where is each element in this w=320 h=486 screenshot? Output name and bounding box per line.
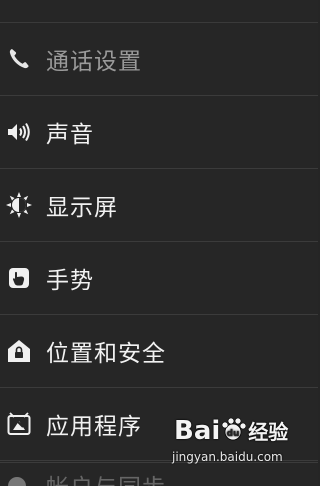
watermark-brand-prefix: Bai — [174, 416, 221, 446]
settings-item-sound[interactable]: 声音 — [0, 96, 318, 169]
settings-item-label: 声音 — [46, 122, 94, 148]
settings-item-call-settings[interactable]: 通话设置 — [0, 23, 318, 96]
watermark-url: jingyan.baidu.com — [172, 450, 283, 464]
watermark-brand-cn: 经验 — [248, 420, 289, 444]
lock-house-icon — [6, 338, 32, 364]
settings-item-label: 显示屏 — [46, 195, 118, 221]
account-icon — [8, 477, 26, 486]
phone-icon — [6, 46, 32, 72]
settings-list: 通话设置 声音 显示屏 手势 位置和安全 应用程序 — [0, 23, 318, 461]
baidu-watermark: Bai du 经验 jingyan.baidu.com — [170, 410, 316, 466]
settings-item-location-security[interactable]: 位置和安全 — [0, 315, 318, 388]
gesture-icon — [6, 265, 32, 291]
settings-item-label: 位置和安全 — [46, 341, 166, 367]
watermark-logo: Bai du 经验 — [174, 416, 288, 446]
settings-screen: 通话设置 声音 显示屏 手势 位置和安全 应用程序 Bai du 经验 jing… — [0, 0, 318, 486]
svg-text:du: du — [227, 429, 240, 439]
settings-item-label: 手势 — [46, 268, 94, 294]
app-icon — [6, 411, 32, 437]
brightness-icon — [6, 192, 32, 218]
settings-item-gesture[interactable]: 手势 — [0, 242, 318, 315]
settings-item-label: 通话设置 — [46, 49, 142, 75]
settings-item-display[interactable]: 显示屏 — [0, 169, 318, 242]
settings-item-label: 应用程序 — [46, 414, 142, 440]
speaker-icon — [6, 119, 32, 145]
settings-item-label: 帐户与同步 — [46, 477, 166, 486]
paw-icon: du — [221, 417, 247, 441]
top-partial-row — [0, 0, 318, 23]
